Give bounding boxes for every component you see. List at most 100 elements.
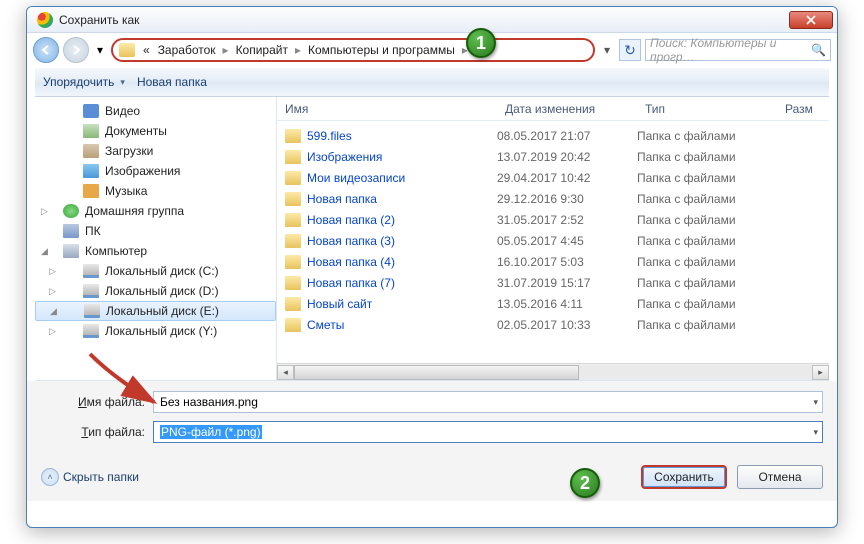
breadcrumb-item[interactable]: Заработок xyxy=(154,43,220,57)
search-input[interactable]: Поиск: Компьютеры и прогр… 🔍 xyxy=(645,39,831,61)
video-icon xyxy=(83,104,99,118)
bottom-bar: ˄ Скрыть папки Сохранить Отмена xyxy=(27,455,837,501)
save-as-dialog: Сохранить как ▾ « Заработок ▸ Копирайт ▸… xyxy=(26,6,838,528)
row-date: 29.04.2017 10:42 xyxy=(497,171,637,185)
h-scrollbar[interactable]: ◂ ▸ xyxy=(277,363,829,380)
table-row[interactable]: Новая папка (3)05.05.2017 4:45Папка с фа… xyxy=(277,230,829,251)
filetype-row: Тип файла: PNG-файл (*.png) ▾ xyxy=(41,421,823,443)
close-button[interactable] xyxy=(789,11,833,29)
down-icon xyxy=(83,144,99,158)
table-row[interactable]: 599.files08.05.2017 21:07Папка с файлами xyxy=(277,125,829,146)
tree-label: Локальный диск (E:) xyxy=(106,304,219,318)
save-fields: Имя файла: Без названия.png ▾ Тип файла:… xyxy=(27,381,837,455)
scroll-left-icon[interactable]: ◂ xyxy=(277,365,294,380)
twist-icon[interactable]: ◢ xyxy=(41,246,51,257)
table-row[interactable]: Новая папка (7)31.07.2019 15:17Папка с ф… xyxy=(277,272,829,293)
cancel-label: Отмена xyxy=(758,470,801,484)
table-row[interactable]: Изображения13.07.2019 20:42Папка с файла… xyxy=(277,146,829,167)
row-date: 13.07.2019 20:42 xyxy=(497,150,637,164)
scroll-thumb[interactable] xyxy=(294,365,579,380)
table-row[interactable]: Новая папка (2)31.05.2017 2:52Папка с фа… xyxy=(277,209,829,230)
table-row[interactable]: Мои видеозаписи29.04.2017 10:42Папка с ф… xyxy=(277,167,829,188)
refresh-button[interactable]: ↻ xyxy=(619,39,641,61)
row-date: 13.05.2016 4:11 xyxy=(497,297,637,311)
twist-icon[interactable]: ◢ xyxy=(50,306,60,317)
row-type: Папка с файлами xyxy=(637,276,777,290)
comp-icon xyxy=(63,244,79,258)
col-date[interactable]: Дата изменения xyxy=(497,102,637,116)
row-date: 05.05.2017 4:45 xyxy=(497,234,637,248)
tree-node[interactable]: Изображения xyxy=(35,161,276,181)
folder-icon xyxy=(285,150,301,164)
row-type: Папка с файлами xyxy=(637,129,777,143)
tree-node[interactable]: ▷ Локальный диск (Y:) xyxy=(35,321,276,341)
row-type: Папка с файлами xyxy=(637,213,777,227)
save-label: Сохранить xyxy=(654,470,714,484)
scroll-track[interactable] xyxy=(294,365,812,380)
forward-button[interactable] xyxy=(63,37,89,63)
col-name[interactable]: Имя xyxy=(277,102,497,116)
table-row[interactable]: Новый сайт13.05.2016 4:11Папка с файлами xyxy=(277,293,829,314)
breadcrumb-item[interactable]: Компьютеры и программы xyxy=(304,43,459,57)
col-type[interactable]: Тип xyxy=(637,102,777,116)
window-title: Сохранить как xyxy=(59,13,139,27)
tree-label: Документы xyxy=(105,124,167,138)
hide-folders-button[interactable]: ˄ Скрыть папки xyxy=(41,468,139,486)
tree-label: Изображения xyxy=(105,164,180,178)
tree-node[interactable]: ПК xyxy=(35,221,276,241)
folder-icon xyxy=(285,192,301,206)
twist-icon[interactable]: ▷ xyxy=(49,326,59,337)
breadcrumb[interactable]: « Заработок ▸ Копирайт ▸ Компьютеры и пр… xyxy=(111,38,595,62)
chevron-down-icon[interactable]: ▾ xyxy=(813,397,818,408)
chevron-down-icon[interactable]: ▾ xyxy=(813,427,818,438)
tree-node[interactable]: Музыка xyxy=(35,181,276,201)
nav-dropdown[interactable]: ▾ xyxy=(93,37,107,63)
row-name: Новая папка (7) xyxy=(285,276,497,290)
doc-icon xyxy=(83,124,99,138)
scroll-right-icon[interactable]: ▸ xyxy=(812,365,829,380)
tree-node[interactable]: ▷Локальный диск (C:) xyxy=(35,261,276,281)
row-date: 31.07.2019 15:17 xyxy=(497,276,637,290)
toolbar: Упорядочить Новая папка xyxy=(35,67,829,97)
back-button[interactable] xyxy=(33,37,59,63)
table-row[interactable]: Сметы02.05.2017 10:33Папка с файлами xyxy=(277,314,829,335)
tree-label: ПК xyxy=(85,224,101,238)
tree-node[interactable]: Документы xyxy=(35,121,276,141)
breadcrumb-item[interactable]: Копирайт xyxy=(232,43,292,57)
tree-node[interactable]: Загрузки xyxy=(35,141,276,161)
twist-icon[interactable]: ▷ xyxy=(41,206,51,217)
col-size[interactable]: Разм xyxy=(777,102,829,116)
tree-node[interactable]: Видео xyxy=(35,101,276,121)
row-date: 16.10.2017 5:03 xyxy=(497,255,637,269)
nav-tree[interactable]: ВидеоДокументыЗагрузкиИзображенияМузыка▷… xyxy=(35,97,277,380)
row-type: Папка с файлами xyxy=(637,171,777,185)
twist-icon[interactable]: ▷ xyxy=(49,266,59,277)
folder-icon xyxy=(285,171,301,185)
tree-label: Локальный диск (Y:) xyxy=(105,324,217,338)
table-row[interactable]: Новая папка29.12.2016 9:30Папка с файлам… xyxy=(277,188,829,209)
tree-label: Загрузки xyxy=(105,144,153,158)
folder-icon xyxy=(285,129,301,143)
tree-node[interactable]: ▷Домашняя группа xyxy=(35,201,276,221)
tree-node[interactable]: ▷Локальный диск (D:) xyxy=(35,281,276,301)
row-name: Мои видеозаписи xyxy=(285,171,497,185)
twist-icon[interactable]: ▷ xyxy=(49,286,59,297)
row-name: Новая папка (3) xyxy=(285,234,497,248)
cancel-button[interactable]: Отмена xyxy=(737,465,823,489)
drive-icon xyxy=(83,264,99,278)
row-name: 599.files xyxy=(285,129,497,143)
breadcrumb-dropdown[interactable]: ▾ xyxy=(599,43,615,57)
tree-node[interactable]: ◢ Локальный диск (E:) xyxy=(35,301,276,321)
organize-button[interactable]: Упорядочить xyxy=(43,75,125,89)
annotation-badge-2: 2 xyxy=(570,468,600,498)
new-folder-button[interactable]: Новая папка xyxy=(137,75,207,89)
filename-input[interactable]: Без названия.png ▾ xyxy=(153,391,823,413)
table-row[interactable]: Новая папка (4)16.10.2017 5:03Папка с фа… xyxy=(277,251,829,272)
tree-node[interactable]: ◢Компьютер xyxy=(35,241,276,261)
refresh-icon: ↻ xyxy=(624,42,636,59)
dialog-buttons: Сохранить Отмена xyxy=(641,465,823,489)
drive-icon xyxy=(83,284,99,298)
filetype-select[interactable]: PNG-файл (*.png) ▾ xyxy=(153,421,823,443)
save-button[interactable]: Сохранить xyxy=(641,465,727,489)
row-type: Папка с файлами xyxy=(637,318,777,332)
